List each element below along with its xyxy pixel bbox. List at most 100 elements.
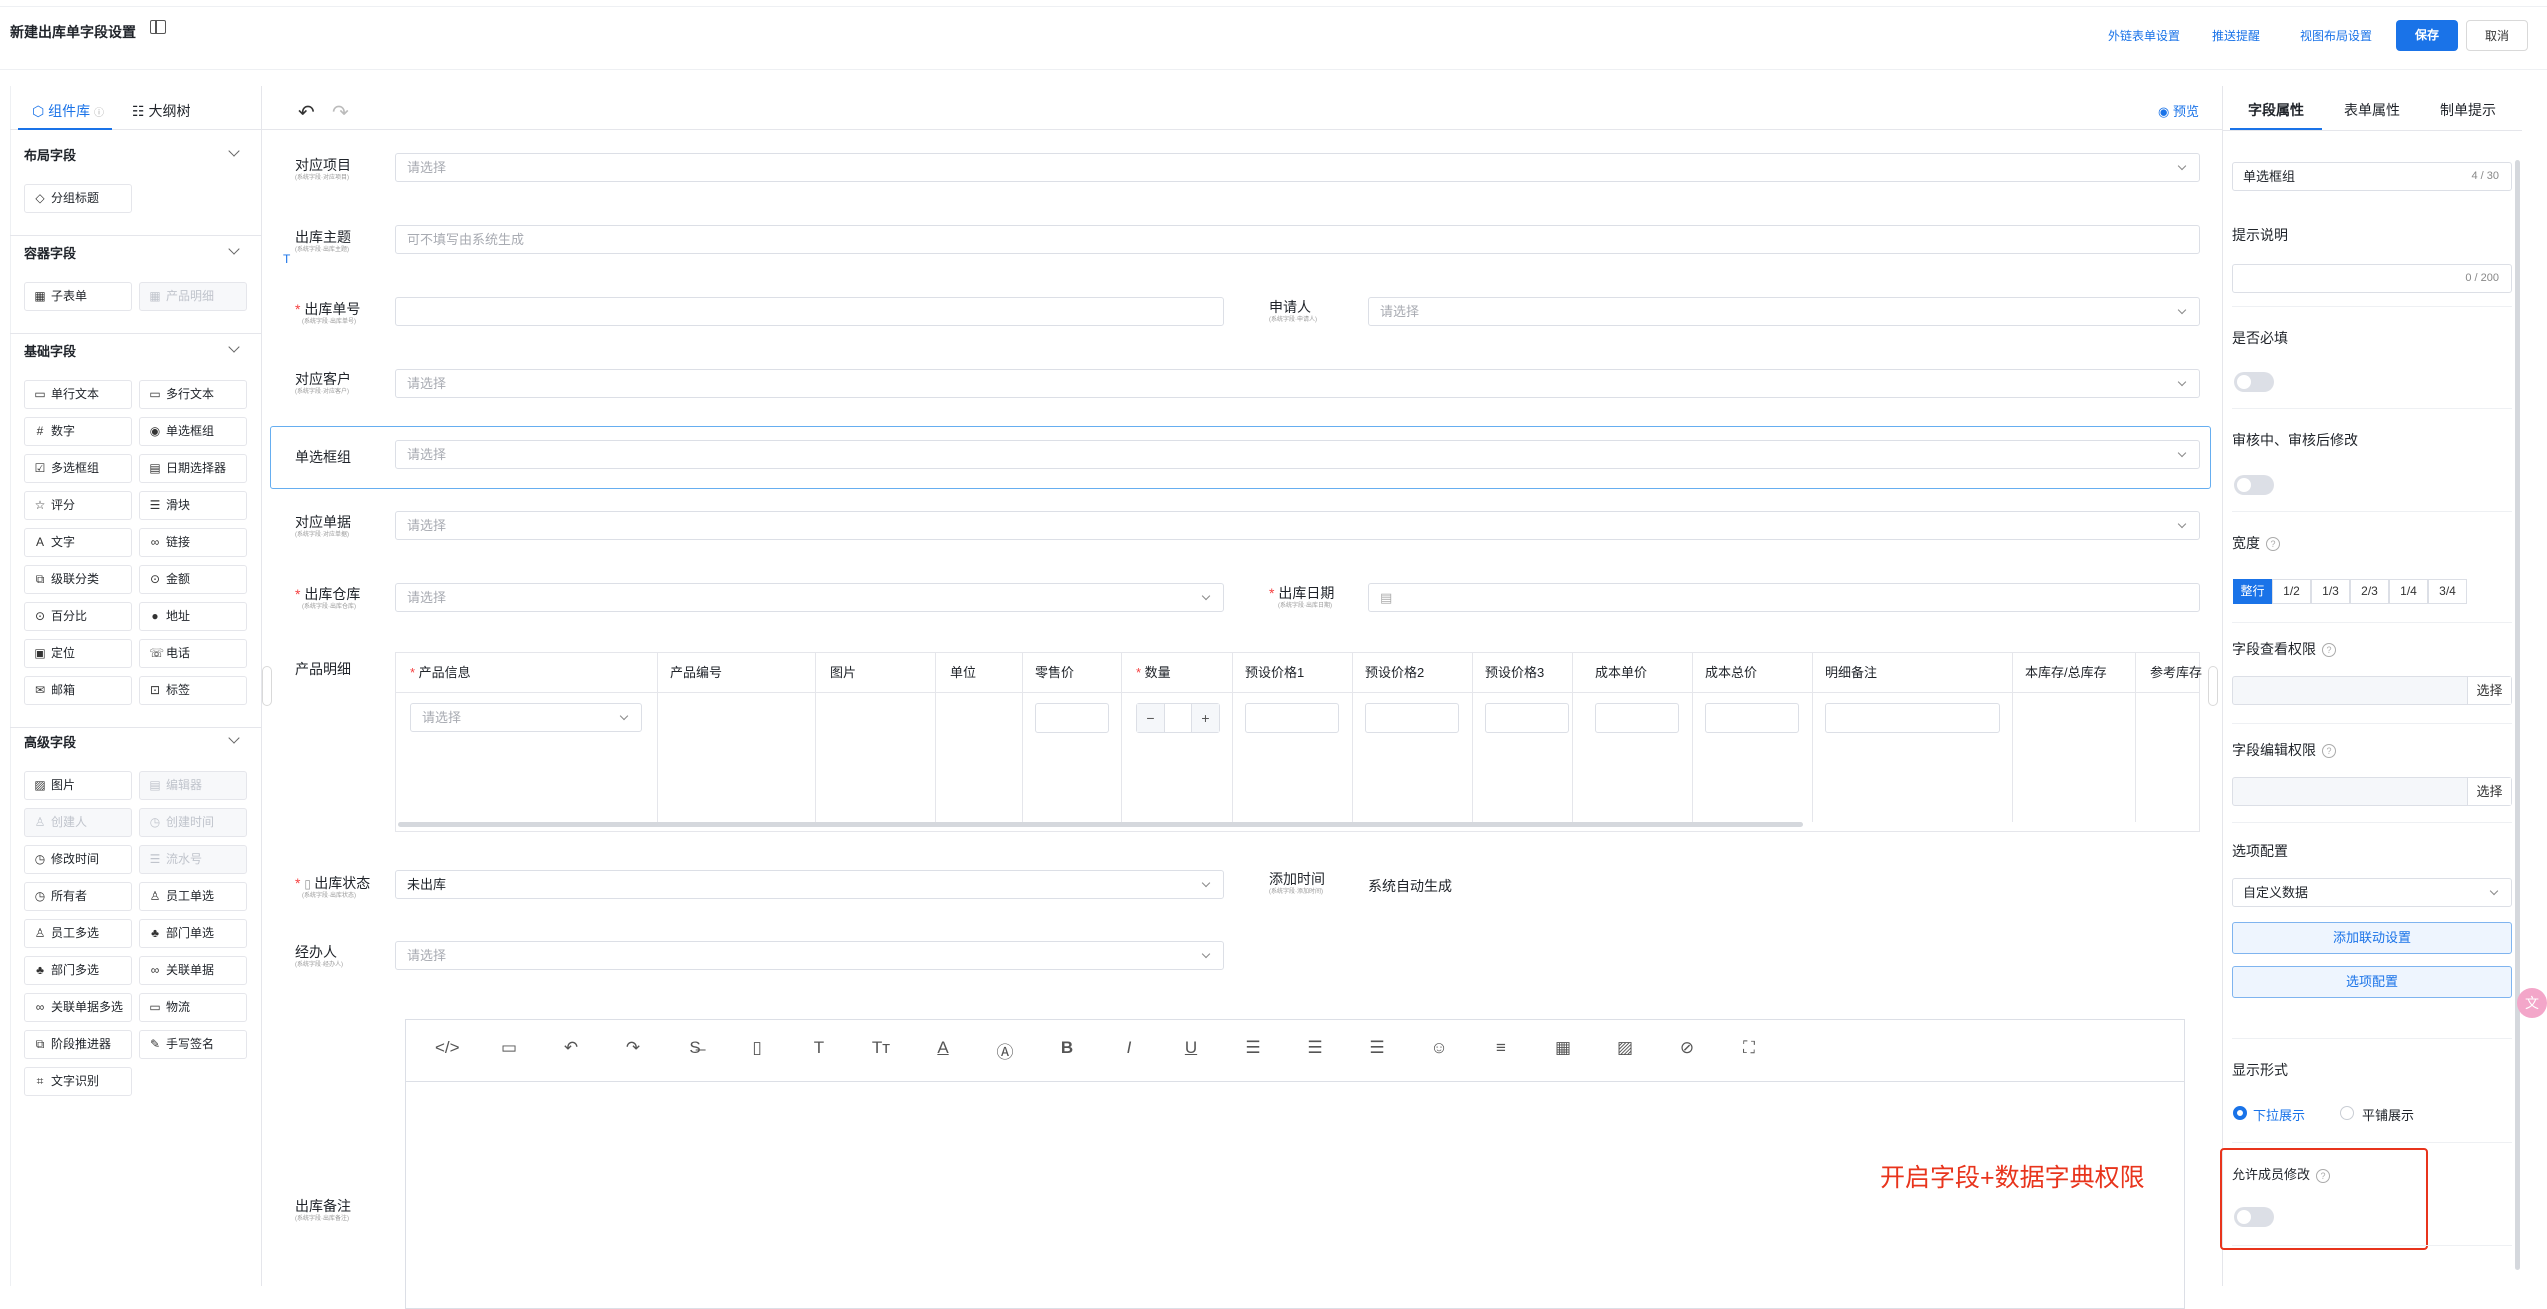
component-item[interactable]: ∞ 关联单据多选 (24, 993, 132, 1022)
section-title[interactable]: 高级字段 (24, 732, 76, 751)
component-item[interactable]: ⌗ 文字识别 (24, 1067, 132, 1096)
translate-icon[interactable]: 文 (2517, 988, 2547, 1018)
component-item[interactable]: ◇ 分组标题 (24, 184, 132, 213)
tab-form-props[interactable]: 表单属性 (2344, 100, 2400, 120)
divider-icon[interactable]: ≡ (1489, 1038, 1513, 1058)
applicant-select[interactable]: 请选择 (1368, 297, 2200, 326)
redo-icon[interactable]: ↷ (332, 100, 349, 125)
component-item[interactable]: ⊙ 百分比 (24, 602, 132, 631)
component-item[interactable]: ♙ 员工多选 (24, 919, 132, 948)
tab-form-hints[interactable]: 制单提示 (2440, 100, 2496, 120)
width-option-two-thirds[interactable]: 2/3 (2350, 579, 2389, 604)
left-collapse-handle[interactable] (262, 666, 272, 706)
cost-unit-input[interactable] (1595, 703, 1679, 733)
component-item[interactable]: ∞ 关联单据 (139, 956, 247, 985)
properties-scrollbar[interactable] (2515, 160, 2520, 1270)
component-item[interactable]: ☑ 多选框组 (24, 454, 132, 483)
tab-field-props[interactable]: 字段属性 (2248, 100, 2304, 120)
required-toggle[interactable] (2234, 372, 2274, 392)
heading-icon[interactable]: T (807, 1038, 831, 1058)
section-title[interactable]: 容器字段 (24, 243, 76, 262)
italic-icon[interactable]: I (1117, 1038, 1141, 1058)
attachment-icon[interactable]: ⊘ (1675, 1038, 1699, 1058)
external-form-link[interactable]: 外链表单设置 (2108, 27, 2180, 44)
font-size-icon[interactable]: Tт (869, 1038, 893, 1058)
retail-price-input[interactable] (1035, 703, 1109, 733)
minus-button[interactable]: − (1137, 704, 1165, 732)
right-collapse-handle[interactable] (2208, 666, 2218, 706)
component-item[interactable]: ♣ 部门单选 (139, 919, 247, 948)
field-title-input[interactable]: 单选框组 4 / 30 (2232, 162, 2512, 191)
preset-price3-input[interactable] (1485, 703, 1569, 733)
view-layout-link[interactable]: 视图布局设置 (2300, 27, 2372, 44)
bold-icon[interactable]: B (1055, 1038, 1079, 1058)
status-select[interactable]: 未出库 (395, 870, 1224, 899)
warehouse-select[interactable]: 请选择 (395, 583, 1224, 612)
align-center-icon[interactable]: ☰ (1303, 1038, 1327, 1058)
component-item[interactable]: ⧉ 级联分类 (24, 565, 132, 594)
preset-price2-input[interactable] (1365, 703, 1459, 733)
radio-dropdown-label[interactable]: 下拉展示 (2253, 1105, 2305, 1124)
add-link-button[interactable]: 添加联动设置 (2232, 922, 2512, 954)
option-config-button[interactable]: 选项配置 (2232, 966, 2512, 998)
width-option-quarter[interactable]: 1/4 (2389, 579, 2428, 604)
handler-select[interactable]: 请选择 (395, 941, 1224, 970)
component-item[interactable]: ▭ 多行文本 (139, 380, 247, 409)
detail-remark-input[interactable] (1825, 703, 2000, 733)
preview-button[interactable]: ◉ 预览 (2158, 101, 2199, 120)
item-select[interactable]: 请选择 (395, 153, 2200, 182)
component-item[interactable]: ☏ 电话 (139, 639, 247, 668)
radio-dropdown[interactable] (2233, 1106, 2247, 1120)
fullscreen-icon[interactable]: ⛶ (1737, 1038, 1761, 1058)
component-item[interactable]: ✉ 邮箱 (24, 676, 132, 705)
template-icon[interactable]: ▭ (497, 1038, 521, 1058)
width-option-full[interactable]: 整行 (2233, 579, 2272, 604)
component-item[interactable]: A 文字 (24, 528, 132, 557)
view-perm-input[interactable]: 选择 (2232, 676, 2512, 705)
component-item[interactable]: ☆ 评分 (24, 491, 132, 520)
component-item[interactable]: ▤ 日期选择器 (139, 454, 247, 483)
component-item[interactable]: ▭ 单行文本 (24, 380, 132, 409)
hint-input[interactable]: 0 / 200 (2232, 264, 2512, 293)
redo-icon[interactable]: ↷ (621, 1038, 645, 1058)
component-item[interactable]: ⊡ 标签 (139, 676, 247, 705)
quantity-stepper[interactable]: − + (1136, 703, 1220, 733)
component-item[interactable]: ♙ 员工单选 (139, 882, 247, 911)
component-item[interactable]: ☰ 滑块 (139, 491, 247, 520)
width-option-half[interactable]: 1/2 (2272, 579, 2311, 604)
customer-select[interactable]: 请选择 (395, 369, 2200, 398)
radio-tiled[interactable] (2340, 1106, 2354, 1120)
component-item[interactable]: ◷ 所有者 (24, 882, 132, 911)
undo-icon[interactable]: ↶ (559, 1038, 583, 1058)
font-color-icon[interactable]: A (931, 1038, 955, 1058)
push-reminder-link[interactable]: 推送提醒 (2212, 27, 2260, 44)
code-icon[interactable]: </> (435, 1038, 460, 1058)
tab-components[interactable]: ⬡ 组件库 ⓘ (32, 101, 104, 121)
edit-perm-select-button[interactable]: 选择 (2467, 778, 2511, 805)
component-item[interactable]: ◉ 单选框组 (139, 417, 247, 446)
component-item[interactable]: ● 地址 (139, 602, 247, 631)
option-source-select[interactable]: 自定义数据 (2232, 878, 2512, 907)
align-right-icon[interactable]: ☰ (1365, 1038, 1389, 1058)
component-item[interactable]: ✎ 手写签名 (139, 1030, 247, 1059)
table-icon[interactable]: ▦ (1551, 1038, 1575, 1058)
file-icon[interactable]: ▯ (745, 1038, 769, 1058)
table-scrollbar[interactable] (398, 822, 1803, 827)
edit-perm-input[interactable]: 选择 (2232, 777, 2512, 806)
component-item[interactable]: ◷ 修改时间 (24, 845, 132, 874)
component-item[interactable]: ▨ 图片 (24, 771, 132, 800)
component-item[interactable]: ▣ 定位 (24, 639, 132, 668)
cost-total-input[interactable] (1705, 703, 1799, 733)
save-button[interactable]: 保存 (2396, 20, 2458, 51)
width-option-third[interactable]: 1/3 (2311, 579, 2350, 604)
product-info-select[interactable]: 请选择 (410, 703, 642, 732)
component-item[interactable]: ∞ 链接 (139, 528, 247, 557)
radio-tiled-label[interactable]: 平铺展示 (2362, 1105, 2414, 1124)
component-item[interactable]: ⧉ 阶段推进器 (24, 1030, 132, 1059)
component-item[interactable]: ♣ 部门多选 (24, 956, 132, 985)
width-option-three-quarters[interactable]: 3/4 (2428, 579, 2467, 604)
order-no-input[interactable] (395, 297, 1224, 326)
cancel-button[interactable]: 取消 (2466, 20, 2528, 51)
review-edit-toggle[interactable] (2234, 475, 2274, 495)
underline-icon[interactable]: U (1179, 1038, 1203, 1058)
